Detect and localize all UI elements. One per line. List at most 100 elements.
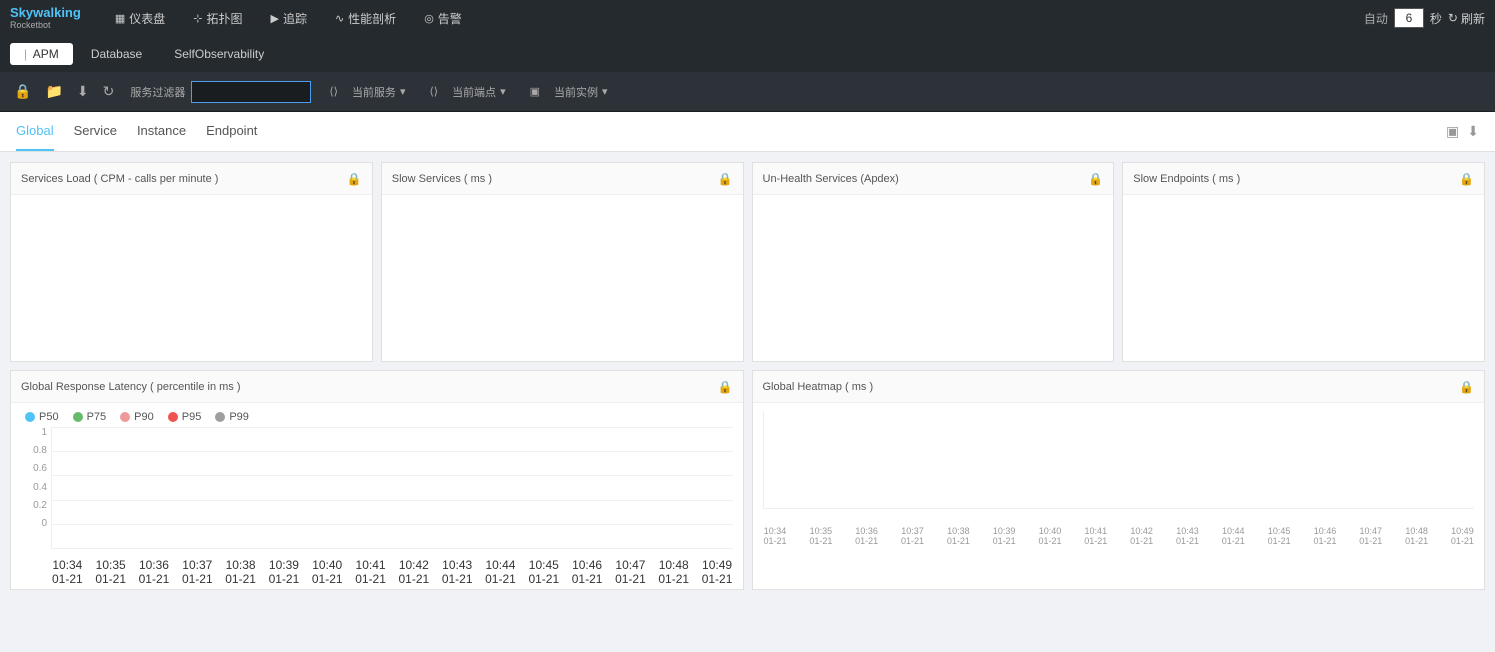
- heatmap-x-axis: 10:3401-21 10:3501-21 10:3601-21 10:3701…: [764, 526, 1475, 546]
- logo-sub: Rocketbot: [10, 20, 81, 31]
- filter-input[interactable]: [191, 81, 311, 103]
- save-dashboard-icon[interactable]: ▣: [1446, 123, 1459, 140]
- instance-label: 当前实例: [554, 84, 598, 100]
- legend-p75: P75: [73, 411, 107, 423]
- grid-line-4: [52, 500, 733, 501]
- slow-services-body: [382, 195, 743, 361]
- top-right-controls: 自动 秒 ↻ 刷新: [1364, 8, 1485, 28]
- dashboard-icon: ▦: [115, 12, 125, 25]
- grid-line-3: [52, 475, 733, 476]
- x-label-4: 10:3801-21: [225, 558, 256, 586]
- tab-bar: | APM Database SelfObservability: [0, 36, 1495, 72]
- p95-dot: [168, 412, 178, 422]
- x-axis: 10:3401-21 10:3501-21 10:3601-21 10:3701…: [52, 558, 733, 586]
- dashboard: Services Load ( CPM - calls per minute )…: [0, 152, 1495, 652]
- export-dashboard-icon[interactable]: ⬇: [1467, 123, 1479, 140]
- service-chevron-icon: ▾: [400, 85, 406, 98]
- tab-service[interactable]: Service: [74, 112, 117, 151]
- endpoint-dropdown-group: ⟨⟩ 当前端点 ▾: [425, 81, 511, 102]
- slow-endpoints-lock-icon[interactable]: 🔒: [1459, 172, 1474, 186]
- slow-services-header: Slow Services ( ms ) 🔒: [382, 163, 743, 195]
- p75-dot: [73, 412, 83, 422]
- seconds-input[interactable]: [1394, 8, 1424, 28]
- endpoint-dropdown[interactable]: 当前端点 ▾: [446, 82, 512, 102]
- hm-x-label-4: 10:3801-21: [947, 526, 970, 546]
- y-label-08: 0.8: [33, 445, 47, 456]
- tab-selfobs-label: SelfObservability: [174, 47, 264, 61]
- hm-x-label-9: 10:4301-21: [1176, 526, 1199, 546]
- services-load-lock-icon[interactable]: 🔒: [347, 172, 362, 186]
- instance-dropdown[interactable]: 当前实例 ▾: [548, 82, 614, 102]
- latency-chart-lock-icon[interactable]: 🔒: [718, 380, 733, 394]
- unhealthy-services-body: [753, 195, 1114, 361]
- legend-p95: P95: [168, 411, 202, 423]
- hm-x-label-3: 10:3701-21: [901, 526, 924, 546]
- chart-legend: P50 P75 P90 P95: [21, 411, 733, 423]
- tab-endpoint-label: Endpoint: [206, 123, 257, 138]
- endpoint-chevron-icon: ▾: [500, 85, 506, 98]
- nav-dashboard[interactable]: ▦ 仪表盘: [101, 0, 179, 36]
- nav-alert[interactable]: ◎ 告警: [410, 0, 476, 36]
- refresh-icon[interactable]: ↻: [99, 79, 119, 104]
- slow-endpoints-header: Slow Endpoints ( ms ) 🔒: [1123, 163, 1484, 195]
- folder-icon[interactable]: 📁: [41, 79, 66, 104]
- instance-icon: ▣: [526, 81, 544, 102]
- unhealthy-services-lock-icon[interactable]: 🔒: [1088, 172, 1103, 186]
- tab-global-label: Global: [16, 123, 54, 138]
- p95-label: P95: [182, 411, 202, 423]
- x-label-13: 10:4701-21: [615, 558, 646, 586]
- auto-label: 自动: [1364, 10, 1388, 27]
- p50-dot: [25, 412, 35, 422]
- y-label-04: 0.4: [33, 482, 47, 493]
- logo: Skywalking Rocketbot: [10, 5, 81, 31]
- endpoint-label: 当前端点: [452, 84, 496, 100]
- hm-x-label-7: 10:4101-21: [1084, 526, 1107, 546]
- hm-x-label-13: 10:4701-21: [1359, 526, 1382, 546]
- service-label: 当前服务: [352, 84, 396, 100]
- download-icon[interactable]: ⬇: [73, 79, 93, 104]
- grid-line-2: [52, 451, 733, 452]
- slow-endpoints-body: [1123, 195, 1484, 361]
- slow-endpoints-panel: Slow Endpoints ( ms ) 🔒: [1122, 162, 1485, 362]
- x-label-10: 10:4401-21: [485, 558, 516, 586]
- heatmap-lock-icon[interactable]: 🔒: [1459, 380, 1474, 394]
- tab-endpoint[interactable]: Endpoint: [206, 112, 257, 151]
- x-label-12: 10:4601-21: [572, 558, 603, 586]
- tab-apm[interactable]: | APM: [10, 43, 73, 65]
- service-dropdown-group: ⟨⟩ 当前服务 ▾: [325, 81, 411, 102]
- hm-x-label-14: 10:4801-21: [1405, 526, 1428, 546]
- tab-instance[interactable]: Instance: [137, 112, 186, 151]
- slow-services-lock-icon[interactable]: 🔒: [718, 172, 733, 186]
- nav-topology[interactable]: ⊹ 拓扑图: [179, 0, 256, 36]
- p99-dot: [215, 412, 225, 422]
- refresh-icon: ↻: [1448, 11, 1458, 25]
- heatmap-content: 10:3401-21 10:3501-21 10:3601-21 10:3701…: [763, 411, 1475, 509]
- unhealthy-services-header: Un-Health Services (Apdex) 🔒: [753, 163, 1114, 195]
- x-label-5: 10:3901-21: [269, 558, 300, 586]
- slow-services-panel: Slow Services ( ms ) 🔒: [381, 162, 744, 362]
- hm-x-label-2: 10:3601-21: [855, 526, 878, 546]
- heatmap-header: Global Heatmap ( ms ) 🔒: [753, 371, 1485, 403]
- nav-performance[interactable]: ∿ 性能剖析: [321, 0, 410, 36]
- x-label-8: 10:4201-21: [399, 558, 430, 586]
- latency-chart-body: P50 P75 P90 P95: [11, 403, 743, 589]
- service-dropdown[interactable]: 当前服务 ▾: [346, 82, 412, 102]
- nav-trace[interactable]: ▶ 追踪: [256, 0, 320, 36]
- services-load-body: [11, 195, 372, 361]
- tab-service-label: Service: [74, 123, 117, 138]
- tab-global[interactable]: Global: [16, 112, 54, 151]
- hm-x-label-12: 10:4601-21: [1313, 526, 1336, 546]
- x-label-15: 10:4901-21: [702, 558, 733, 586]
- instance-dropdown-group: ▣ 当前实例 ▾: [526, 81, 614, 102]
- content-tab-bar: Global Service Instance Endpoint ▣ ⬇: [0, 112, 1495, 152]
- tab-database[interactable]: Database: [77, 43, 156, 65]
- sec-label: 秒: [1430, 10, 1442, 27]
- services-load-panel: Services Load ( CPM - calls per minute )…: [10, 162, 373, 362]
- refresh-button[interactable]: ↻ 刷新: [1448, 10, 1485, 27]
- y-label-0: 0: [41, 518, 47, 529]
- tab-selfobs[interactable]: SelfObservability: [160, 43, 278, 65]
- hm-x-label-11: 10:4501-21: [1268, 526, 1291, 546]
- lock-icon[interactable]: 🔒: [10, 79, 35, 104]
- p75-label: P75: [87, 411, 107, 423]
- services-load-title: Services Load ( CPM - calls per minute ): [21, 173, 218, 185]
